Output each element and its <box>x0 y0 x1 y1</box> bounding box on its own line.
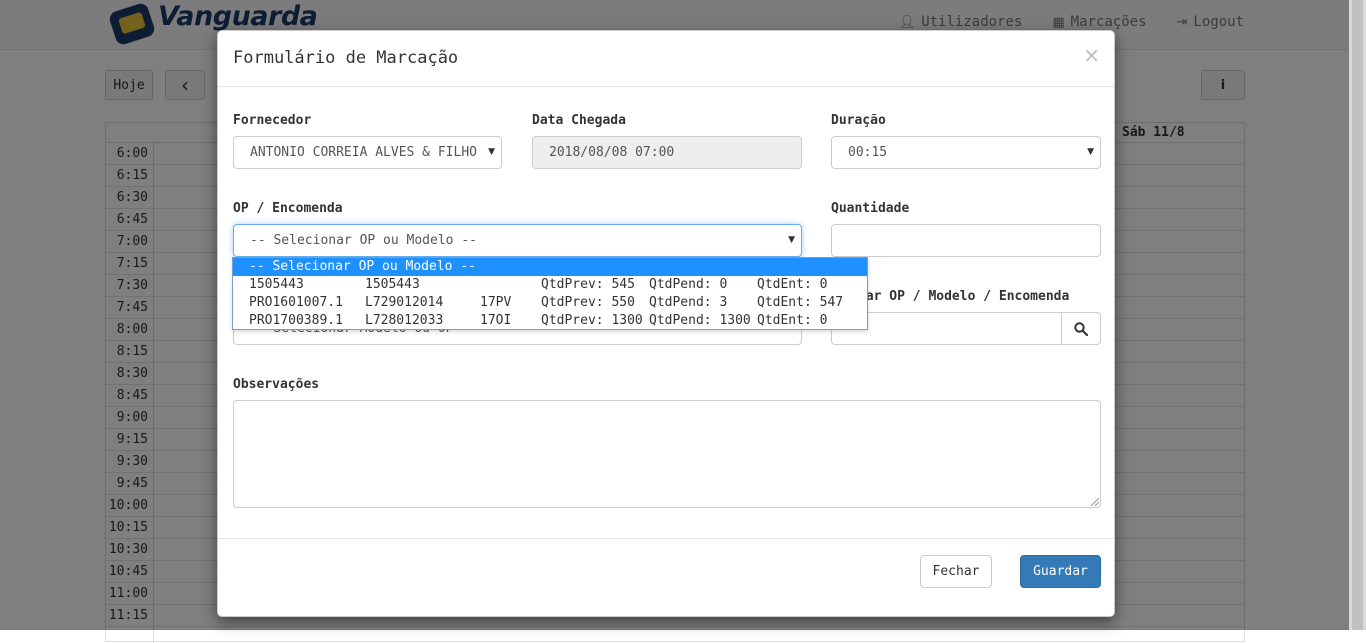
dropdown-option[interactable]: 1505443 1505443 QtdPrev: 545 QtdPend: 0 … <box>233 276 867 294</box>
option-modelo: L728012033 <box>365 313 444 328</box>
page-scrollbar[interactable] <box>1349 0 1366 630</box>
duracao-select[interactable]: 00:15 ▼ <box>831 136 1101 169</box>
dropdown-option[interactable]: PRO1601007.1 L729012014 17PV QtdPrev: 55… <box>233 294 867 312</box>
option-qtdent: QtdEnt: 547 <box>757 295 844 310</box>
modal-title: Formulário de Marcação <box>233 48 459 68</box>
option-op: 1505443 <box>249 277 304 292</box>
option-code: 17OI <box>480 313 512 328</box>
option-modelo: 1505443 <box>365 277 420 292</box>
option-qtdpend: QtdPend: 3 <box>649 295 728 310</box>
caret-down-icon: ▼ <box>1087 147 1094 157</box>
op-encomenda-select[interactable]: -- Selecionar OP ou Modelo -- ▼ <box>233 224 802 257</box>
search-button[interactable] <box>1061 312 1101 345</box>
guardar-button[interactable]: Guardar <box>1020 555 1101 588</box>
duracao-label: Duração <box>831 113 886 128</box>
fornecedor-label: Fornecedor <box>233 113 312 128</box>
observacoes-textarea[interactable] <box>233 400 1101 508</box>
fornecedor-value: ANTONIO CORREIA ALVES & FILHO <box>250 145 477 160</box>
option-modelo: L729012014 <box>365 295 444 310</box>
fechar-button[interactable]: Fechar <box>920 555 992 588</box>
option-qtdprev: QtdPrev: 545 <box>541 277 635 292</box>
dropdown-option[interactable]: PRO1700389.1 L728012033 17OI QtdPrev: 13… <box>233 312 867 330</box>
data-chegada-label: Data Chegada <box>532 113 626 128</box>
close-icon[interactable]: × <box>1083 43 1100 67</box>
op-encomenda-label: OP / Encomenda <box>233 201 343 216</box>
option-qtdprev: QtdPrev: 550 <box>541 295 635 310</box>
caret-down-icon: ▼ <box>788 235 795 245</box>
modal-footer: Fechar Guardar <box>218 538 1114 618</box>
option-op: PRO1601007.1 <box>249 295 343 310</box>
option-qtdpend: QtdPend: 1300 <box>649 313 751 328</box>
op-encomenda-dropdown: -- Selecionar OP ou Modelo -- 1505443 15… <box>232 257 868 330</box>
option-code: 17PV <box>480 295 512 310</box>
duracao-value: 00:15 <box>848 145 888 160</box>
op-encomenda-value: -- Selecionar OP ou Modelo -- <box>250 233 477 248</box>
search-icon <box>1074 321 1088 336</box>
option-op: PRO1700389.1 <box>249 313 343 328</box>
quantidade-input[interactable] <box>831 224 1101 257</box>
fornecedor-select[interactable]: ANTONIO CORREIA ALVES & FILHO ▼ <box>233 136 502 169</box>
caret-down-icon: ▼ <box>484 137 495 168</box>
option-qtdpend: QtdPend: 0 <box>649 277 728 292</box>
option-qtdent: QtdEnt: 0 <box>757 313 828 328</box>
data-chegada-field: 2018/08/08 07:00 <box>532 136 802 169</box>
option-qtdent: QtdEnt: 0 <box>757 277 828 292</box>
procurar-label: rar OP / Modelo / Encomenda <box>858 289 1070 304</box>
option-text: -- Selecionar OP ou Modelo -- <box>249 259 476 274</box>
resize-grip-icon[interactable] <box>1091 498 1099 506</box>
option-qtdprev: QtdPrev: 1300 <box>541 313 643 328</box>
dropdown-option[interactable]: -- Selecionar OP ou Modelo -- <box>233 258 867 276</box>
quantidade-label: Quantidade <box>831 201 910 216</box>
modal-header: Formulário de Marcação × <box>218 31 1114 87</box>
